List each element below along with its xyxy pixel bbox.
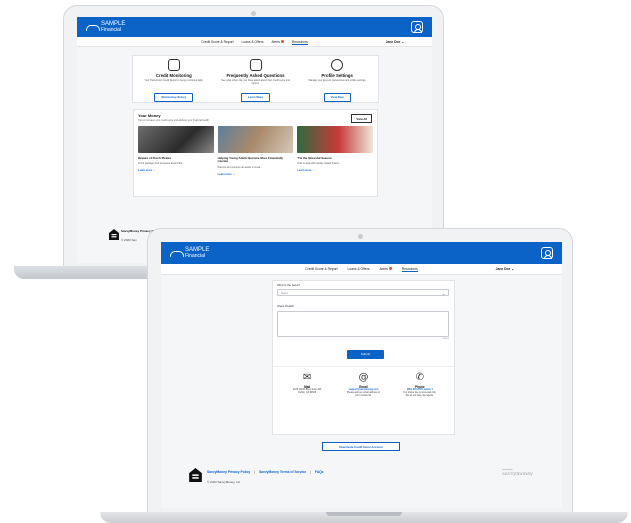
back-laptop-screen: SAMPLE Financial Credit Score & Report L… <box>77 17 432 263</box>
phone-icon: ✆ <box>415 372 425 383</box>
learn-more-button[interactable]: Learn More <box>240 92 271 102</box>
card-desc: Manage your account preferences and prof… <box>308 79 367 82</box>
mail-address-line: Dublin, CA 94568 <box>298 392 317 394</box>
deactivate-account-button[interactable]: Deactivate Credit Score Account <box>322 442 400 451</box>
main-nav: Credit Score & Report Loans & Offers Ale… <box>77 37 432 47</box>
equal-housing-icon <box>109 229 119 240</box>
separator: | <box>310 470 311 474</box>
alert-badge <box>280 40 284 43</box>
nav-resources[interactable]: Resources <box>291 40 308 45</box>
details-textarea[interactable] <box>277 311 449 337</box>
user-menu[interactable]: Jane Doe ⌄ <box>496 267 514 271</box>
camera-dot <box>358 234 363 239</box>
user-account-icon[interactable] <box>411 21 423 33</box>
front-footer: SavvyMoney Privacy Policy | SavvyMoney T… <box>189 468 549 488</box>
section-subtitle: Tips to increase your credit score and a… <box>138 119 210 122</box>
savvymoney-wordmark: savvymoney <box>502 471 533 477</box>
phone-note-line: We do not have live agents. <box>405 395 434 397</box>
section-title: Your Money <box>138 113 161 118</box>
app-header: SAMPLE Financial <box>77 17 432 37</box>
logo-mark-icon <box>170 249 184 257</box>
article-desc: How to deal with holiday-related financi… <box>297 162 341 166</box>
article-card[interactable]: Helping Young Adults Become More Financi… <box>217 126 294 176</box>
brand-logo[interactable]: SAMPLE Financial <box>86 21 125 33</box>
article-card[interactable]: Beware of Porch Pirates Porch package th… <box>138 126 214 176</box>
article-title: 'Tis the Stressful Season <box>297 156 332 160</box>
copyright: © 2023 SavvyMoney, Inc. <box>207 480 242 484</box>
contact-mail: ✉ Mail 4160 Dublin Blvd. Suite 200 Dubli… <box>279 372 335 398</box>
article-learn-more-link[interactable]: Learn more → <box>138 169 214 172</box>
card-credit-monitoring: Credit Monitoring Your TransUnion Credit… <box>133 56 215 102</box>
article-title: Beware of Porch Pirates <box>138 156 172 160</box>
view-all-button[interactable]: View All <box>351 114 372 123</box>
issue-select[interactable]: Select ⌄ <box>277 289 449 296</box>
your-money-section: Your Money Tips to increase your credit … <box>133 109 378 197</box>
user-account-icon[interactable] <box>541 247 553 259</box>
nav-loans-offers[interactable]: Loans & Offers <box>348 267 370 272</box>
article-list: Beware of Porch Pirates Porch package th… <box>138 126 374 176</box>
article-learn-more-link[interactable]: Learn more → <box>218 173 294 176</box>
nav-credit-score[interactable]: Credit Score & Report <box>201 40 233 45</box>
terms-of-service-link[interactable]: SavvyMoney Terms of Service <box>259 470 306 474</box>
article-learn-more-link[interactable]: Learn more → <box>297 169 373 172</box>
contact-email: @ Email support@savvymoney.com Please ad… <box>335 372 391 398</box>
brand-sub: Financial <box>185 253 206 259</box>
front-laptop-screen: SAMPLE Financial Credit Score & Report L… <box>161 242 562 508</box>
brand-sub: Financial <box>101 27 122 33</box>
article-image <box>297 126 374 153</box>
card-profile-settings: Profile Settings Manage your account pre… <box>296 56 378 102</box>
card-desc: Your TransUnion Credit Report is being m… <box>144 79 204 82</box>
main-nav: Credit Score & Report Loans & Offers Ale… <box>161 264 562 275</box>
monitoring-icon <box>167 59 180 71</box>
app-header: SAMPLE Financial <box>161 242 562 264</box>
issue-select-value: Select <box>281 292 288 295</box>
card-title: Profile Settings <box>321 73 353 78</box>
faqs-link[interactable]: FAQs <box>315 470 324 474</box>
submit-button[interactable]: Submit <box>347 350 384 359</box>
device-mockup: SAMPLE Financial Credit Score & Report L… <box>0 0 631 523</box>
copyright: © 2023 Sav <box>121 238 137 242</box>
at-sign-icon: @ <box>358 372 369 383</box>
article-title: Helping Young Adults Become More Financi… <box>217 156 283 164</box>
equal-housing-icon <box>189 468 202 482</box>
article-image <box>138 126 214 153</box>
nav-alerts[interactable]: Alerts <box>379 267 392 272</box>
article-desc: Porch package theft increases around the… <box>138 162 185 166</box>
mail-icon: ✉ <box>302 372 312 383</box>
nav-credit-score[interactable]: Credit Score & Report <box>305 267 337 272</box>
nav-resources[interactable]: Resources <box>401 267 418 272</box>
details-label: Share Details <box>277 304 294 308</box>
user-menu[interactable]: Jane Doe ⌄ <box>386 40 404 44</box>
article-card[interactable]: 'Tis the Stressful Season How to deal wi… <box>297 126 374 176</box>
nav-loans-offers[interactable]: Loans & Offers <box>242 40 264 45</box>
card-faq: Frequently Asked Questions See what othe… <box>215 56 297 102</box>
divider <box>273 366 454 367</box>
article-image <box>217 126 294 153</box>
character-count: 0/1000 <box>442 338 449 340</box>
front-laptop-base <box>100 512 628 523</box>
contact-phone: ✆ Phone (844) 372-8779, option 1 Our pho… <box>392 372 448 398</box>
contact-options: ✉ Mail 4160 Dublin Blvd. Suite 200 Dubli… <box>279 372 448 398</box>
resource-cards: Credit Monitoring Your TransUnion Credit… <box>132 55 379 103</box>
faq-icon <box>249 59 262 71</box>
privacy-policy-link[interactable]: SavvyMoney Privacy Policy <box>207 470 250 474</box>
email-note-line: your contact list. <box>355 395 372 397</box>
separator: | <box>254 470 256 474</box>
powered-by-logo: powered by savvymoney <box>502 469 533 477</box>
card-title: Frequently Asked Questions <box>226 73 285 78</box>
alert-badge <box>388 267 392 270</box>
camera-dot <box>251 11 256 16</box>
chevron-down-icon: ⌄ <box>442 291 445 296</box>
card-title: Credit Monitoring <box>155 73 192 78</box>
logo-mark-icon <box>86 23 100 31</box>
issue-label: What is the Issue? <box>277 283 301 287</box>
monitoring-history-button[interactable]: Monitoring History <box>154 92 194 102</box>
gear-icon <box>331 59 344 71</box>
support-form-panel: What is the Issue? Select ⌄ Share Detail… <box>272 280 455 435</box>
view-now-button[interactable]: View Now <box>323 92 351 102</box>
article-desc: Parents and mentors can assist in creati… <box>217 165 263 169</box>
card-desc: See what others like you have asked abou… <box>221 79 290 85</box>
brand-logo[interactable]: SAMPLE Financial <box>170 247 209 259</box>
nav-alerts[interactable]: Alerts <box>271 40 284 45</box>
